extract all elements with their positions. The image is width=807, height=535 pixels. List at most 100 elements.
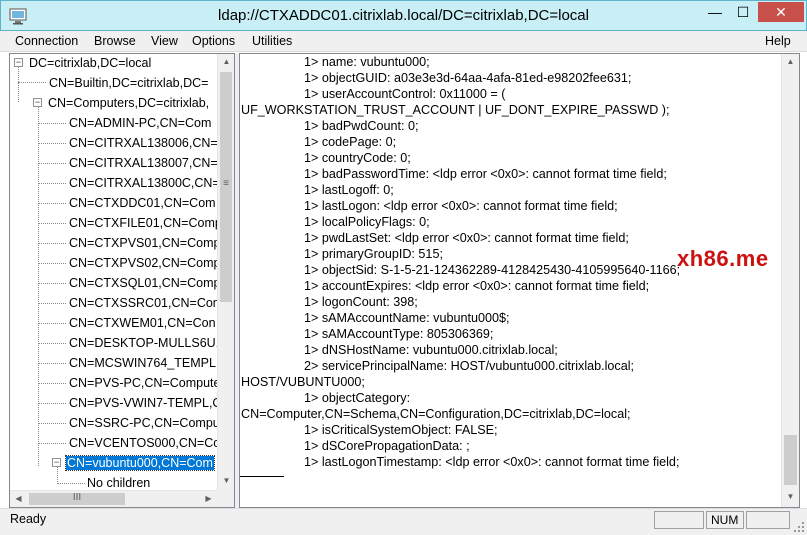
tree-item-computer[interactable]: CN=CTXSQL01,CN=Comp [39, 274, 221, 292]
tree-item-computer[interactable]: CN=CTXWEM01,CN=Con [39, 314, 217, 332]
tree-connector [39, 323, 66, 324]
tree-item-computer[interactable]: CN=CTXSSRC01,CN=Com [39, 294, 224, 312]
tree-connector [39, 163, 66, 164]
tree-vertical-scrollbar[interactable]: ▲ ≡ ▼ [217, 54, 234, 490]
tree-item-label: No children [87, 476, 151, 490]
status-cell-empty [746, 511, 790, 529]
tree-item-label: CN=ADMIN-PC,CN=Com [69, 116, 212, 130]
window-title: ldap://CTXADDC01.citrixlab.local/DC=citr… [218, 7, 589, 24]
tree-item-computer[interactable]: CN=ADMIN-PC,CN=Com [39, 114, 212, 132]
scroll-down-arrow-icon[interactable]: ▼ [782, 492, 799, 501]
collapse-icon[interactable]: − [33, 98, 42, 107]
tree-item-label: CN=CTXPVS01,CN=Comp [69, 236, 221, 250]
tree-connector [39, 183, 66, 184]
tree-connector [39, 423, 66, 424]
detail-line: HOST/VUBUNTU000; [241, 375, 365, 389]
tree-item-label: CN=CTXSQL01,CN=Comp [69, 276, 221, 290]
detail-line: 1> badPasswordTime: <ldp error <0x0>: ca… [304, 167, 667, 181]
tree-item-computer[interactable]: CN=SSRC-PC,CN=Compu [39, 414, 221, 432]
tree-item-computer[interactable]: CN=MCSWIN764_TEMPL, [39, 354, 220, 372]
detail-line: 1> countryCode: 0; [304, 151, 411, 165]
tree-item-label: CN=SSRC-PC,CN=Compu [69, 416, 220, 430]
close-button[interactable]: ✕ [758, 2, 804, 22]
detail-line: 1> accountExpires: <ldp error <0x0>: can… [304, 279, 650, 293]
tree-horizontal-scrollbar[interactable]: ◀ III ▶ [10, 490, 217, 507]
tree-item-computer[interactable]: CN=DESKTOP-MULLS6U, [39, 334, 220, 352]
detail-line: UF_WORKSTATION_TRUST_ACCOUNT | UF_DONT_E… [241, 103, 670, 117]
tree-item-computers[interactable]: − CN=Computers,DC=citrixlab, [33, 94, 210, 112]
detail-line: 1> badPwdCount: 0; [304, 119, 419, 133]
menu-utilities[interactable]: Utilities [252, 34, 292, 48]
tree-pane[interactable]: − DC=citrixlab,DC=local CN=Builtin,DC=ci… [9, 53, 235, 508]
watermark: xh86.me [677, 246, 769, 271]
tree-hscroll-thumb[interactable]: III [29, 492, 125, 505]
tree-item-computer[interactable]: CN=CITRXAL138007,CN= [39, 154, 219, 172]
detail-line: 1> objectGUID: a03e3e3d-64aa-4afa-81ed-e… [304, 71, 632, 85]
menu-connection[interactable]: Connection [15, 34, 78, 48]
tree-item-computer[interactable]: CN=CITRXAL13800C,CN= [39, 174, 221, 192]
grip-icon: III [72, 492, 82, 503]
tree-vscroll-thumb[interactable]: ≡ [220, 72, 232, 302]
tree-item-root[interactable]: − DC=citrixlab,DC=local [14, 54, 152, 72]
tree-connector [39, 363, 66, 364]
scroll-left-arrow-icon[interactable]: ◀ [10, 494, 27, 503]
tree-connector [39, 303, 66, 304]
tree-item-computer[interactable]: CN=CITRXAL138006,CN= [39, 134, 219, 152]
tree-item-builtin[interactable]: CN=Builtin,DC=citrixlab,DC= [32, 74, 209, 92]
detail-vertical-scrollbar[interactable]: ▲ ▼ [781, 54, 799, 507]
tree-item-label: CN=CTXSSRC01,CN=Com [69, 296, 224, 310]
tree-connector [39, 143, 66, 144]
resize-grip-icon[interactable] [793, 521, 805, 533]
maximize-button[interactable]: ☐ [730, 2, 756, 22]
tree-connector [38, 106, 39, 466]
detail-line: 1> sAMAccountName: vubuntu000$; [304, 311, 510, 325]
tree-item-computer[interactable]: CN=CTXPVS01,CN=Comp [39, 234, 221, 252]
menu-browse[interactable]: Browse [94, 34, 136, 48]
tree-connector [39, 343, 66, 344]
scroll-up-arrow-icon[interactable]: ▲ [218, 57, 234, 66]
detail-line: 1> dNSHostName: vubuntu000.citrixlab.loc… [304, 343, 558, 357]
tree-item-label: CN=CITRXAL13800C,CN= [69, 176, 220, 190]
tree-item-label: CN=CTXFILE01,CN=Comp [69, 216, 222, 230]
tree-item-computer[interactable]: − CN=vubuntu000,CN=Com [52, 454, 215, 472]
scroll-down-arrow-icon[interactable]: ▼ [218, 476, 234, 485]
detail-line: 1> isCriticalSystemObject: FALSE; [304, 423, 498, 437]
tree-connector [57, 483, 85, 484]
status-text: Ready [10, 512, 47, 526]
tree-connector [39, 443, 66, 444]
tree-item-computer[interactable]: CN=CTXPVS02,CN=Comp [39, 254, 221, 272]
collapse-icon[interactable]: − [14, 58, 23, 67]
detail-line: 1> codePage: 0; [304, 135, 397, 149]
detail-pane[interactable]: 1> name: vubuntu000; 1> objectGUID: a03e3… [239, 53, 800, 508]
tree-item-computer[interactable]: CN=CTXDDC01,CN=Com [39, 194, 217, 212]
menu-options[interactable]: Options [192, 34, 235, 48]
tree-connector [39, 243, 66, 244]
menu-help[interactable]: Help [765, 34, 791, 48]
detail-separator [240, 476, 284, 477]
status-bar: Ready NUM [0, 508, 807, 535]
minimize-button[interactable]: — [702, 2, 728, 22]
detail-line: CN=Computer,CN=Schema,CN=Configuration,D… [241, 407, 631, 421]
collapse-icon[interactable]: − [52, 458, 61, 467]
tree-item-computer[interactable]: CN=CTXFILE01,CN=Comp [39, 214, 223, 232]
detail-line: 1> lastLogoff: 0; [304, 183, 394, 197]
tree-item-label: CN=Builtin,DC=citrixlab,DC= [49, 76, 209, 90]
detail-line: 1> sAMAccountType: 805306369; [304, 327, 494, 341]
tree-item-label: CN=CTXDDC01,CN=Com [69, 196, 216, 210]
tree-item-label: CN=DESKTOP-MULLS6U, [69, 336, 220, 350]
tree-connector [39, 203, 66, 204]
detail-line: 1> lastLogon: <ldp error <0x0>: cannot f… [304, 199, 618, 213]
scroll-right-arrow-icon[interactable]: ▶ [200, 494, 217, 503]
tree-item-label: CN=PVS-VWIN7-TEMPL,C [69, 396, 222, 410]
tree-item-computer[interactable]: CN=VCENTOS000,CN=Co [39, 434, 221, 452]
tree-item-computer[interactable]: CN=PVS-VWIN7-TEMPL,C [39, 394, 222, 412]
tree-item-computer[interactable]: CN=PVS-PC,CN=Compute [39, 374, 221, 392]
tree-item-label: CN=CITRXAL138006,CN= [69, 136, 218, 150]
tree-connector [39, 283, 66, 284]
scroll-up-arrow-icon[interactable]: ▲ [782, 57, 799, 66]
menu-view[interactable]: View [151, 34, 178, 48]
menu-bar: Connection Browse View Options Utilities… [0, 31, 807, 52]
detail-vscroll-thumb[interactable] [784, 435, 797, 485]
tree-item-label: CN=vubuntu000,CN=Com [65, 455, 215, 471]
detail-line: 1> primaryGroupID: 515; [304, 247, 443, 261]
